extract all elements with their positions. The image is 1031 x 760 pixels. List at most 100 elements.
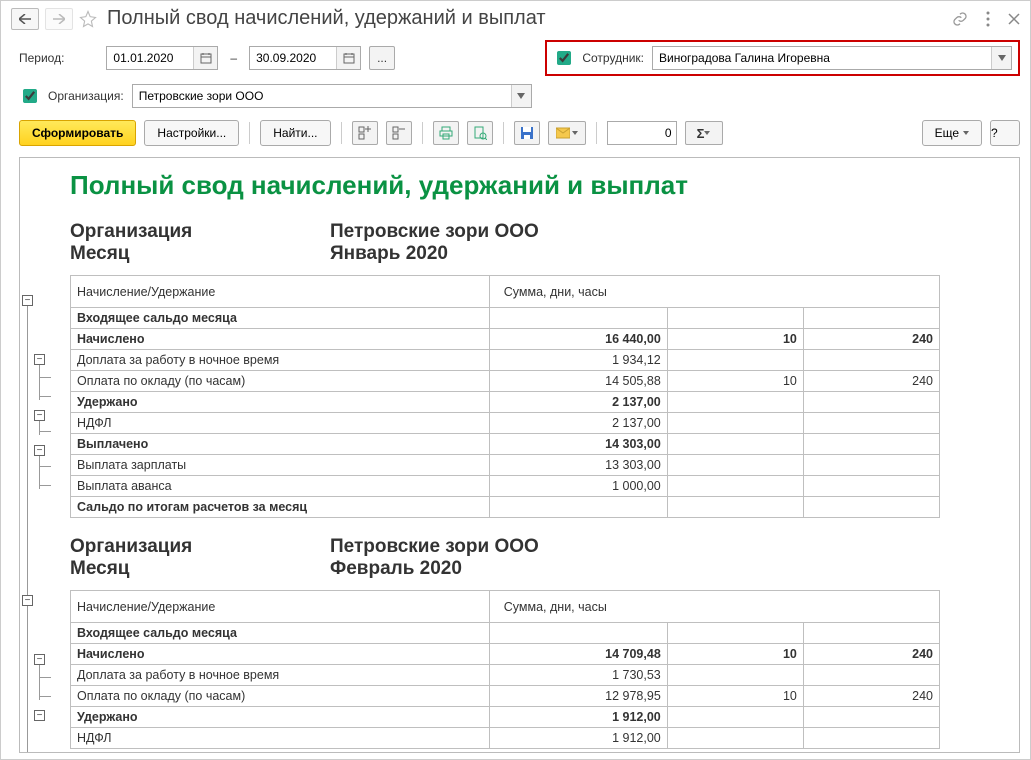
row-days xyxy=(667,476,803,497)
help-button[interactable]: ? xyxy=(990,120,1020,146)
row-hours xyxy=(803,455,939,476)
tree-collapse-node[interactable]: − xyxy=(34,654,45,665)
row-hours xyxy=(803,497,939,518)
tree-collapse-node[interactable]: − xyxy=(34,410,45,421)
sigma-button[interactable]: Σ xyxy=(685,121,723,145)
table-row[interactable]: Доплата за работу в ночное время 1 730,5… xyxy=(71,665,940,686)
print-preview-button[interactable] xyxy=(467,121,493,145)
chevron-down-icon[interactable] xyxy=(991,47,1011,69)
section-month-label: Месяц xyxy=(70,243,330,265)
expand-groups-button[interactable] xyxy=(352,121,378,145)
row-days xyxy=(667,455,803,476)
row-days xyxy=(667,665,803,686)
table-row[interactable]: Оплата по окладу (по часам) 14 505,88 10… xyxy=(71,371,940,392)
employee-input[interactable] xyxy=(653,51,991,65)
tree-collapse-node[interactable]: − xyxy=(34,354,45,365)
period-ellipsis-button[interactable]: ... xyxy=(369,46,395,70)
row-sum: 14 709,48 xyxy=(489,644,667,665)
section-org-value: Петровские зори ООО xyxy=(330,536,539,558)
row-name: Входящее сальдо месяца xyxy=(71,308,490,329)
row-sum: 13 303,00 xyxy=(489,455,667,476)
calendar-icon[interactable] xyxy=(336,47,360,69)
payroll-table: Начисление/УдержаниеСумма, дни, часы Вхо… xyxy=(70,275,940,518)
row-sum: 14 505,88 xyxy=(489,371,667,392)
date-from-input[interactable] xyxy=(107,47,193,69)
section-month-label: Месяц xyxy=(70,558,330,580)
table-row[interactable]: Входящее сальдо месяца xyxy=(71,308,940,329)
row-hours xyxy=(803,413,939,434)
calendar-icon[interactable] xyxy=(193,47,217,69)
organization-input[interactable] xyxy=(133,89,511,103)
row-days: 10 xyxy=(667,371,803,392)
link-icon[interactable] xyxy=(952,11,968,27)
row-days xyxy=(667,623,803,644)
table-row[interactable]: НДФЛ 2 137,00 xyxy=(71,413,940,434)
row-days xyxy=(667,707,803,728)
print-button[interactable] xyxy=(433,121,459,145)
row-hours: 240 xyxy=(803,329,939,350)
date-to-field[interactable] xyxy=(249,46,361,70)
mail-button[interactable] xyxy=(548,121,586,145)
row-name: Сальдо по итогам расчетов за месяц xyxy=(71,497,490,518)
table-row[interactable]: Доплата за работу в ночное время 1 934,1… xyxy=(71,350,940,371)
row-days xyxy=(667,392,803,413)
row-sum: 14 303,00 xyxy=(489,434,667,455)
table-row[interactable]: Выплата зарплаты 13 303,00 xyxy=(71,455,940,476)
generate-button[interactable]: Сформировать xyxy=(19,120,136,146)
row-hours: 240 xyxy=(803,686,939,707)
nav-back-button[interactable] xyxy=(11,8,39,30)
tree-collapse-node[interactable]: − xyxy=(34,710,45,721)
table-row[interactable]: Входящее сальдо месяца xyxy=(71,623,940,644)
table-row[interactable]: Выплата аванса 1 000,00 xyxy=(71,476,940,497)
report-area[interactable]: − − − − − − − Полный свод начислений, уд… xyxy=(19,157,1020,753)
find-button[interactable]: Найти... xyxy=(260,120,330,146)
favorite-star-icon[interactable] xyxy=(79,10,97,28)
row-hours xyxy=(803,476,939,497)
settings-button[interactable]: Настройки... xyxy=(144,120,239,146)
row-name: Доплата за работу в ночное время xyxy=(71,350,490,371)
table-row[interactable]: Выплачено 14 303,00 xyxy=(71,434,940,455)
number-input[interactable] xyxy=(607,121,677,145)
table-row[interactable]: Удержано 1 912,00 xyxy=(71,707,940,728)
report-title: Полный свод начислений, удержаний и выпл… xyxy=(70,170,999,201)
row-hours xyxy=(803,728,939,749)
period-dash: – xyxy=(230,51,237,65)
table-row[interactable]: Удержано 2 137,00 xyxy=(71,392,940,413)
organization-select[interactable] xyxy=(132,84,532,108)
row-hours xyxy=(803,350,939,371)
organization-checkbox[interactable] xyxy=(23,89,37,103)
table-row[interactable]: Сальдо по итогам расчетов за месяц xyxy=(71,497,940,518)
collapse-groups-button[interactable] xyxy=(386,121,412,145)
nav-forward-button[interactable] xyxy=(45,8,73,30)
row-hours xyxy=(803,434,939,455)
row-sum: 1 000,00 xyxy=(489,476,667,497)
employee-label: Сотрудник: xyxy=(582,51,644,65)
close-icon[interactable] xyxy=(1008,13,1020,25)
table-row[interactable]: Начислено 14 709,48 10 240 xyxy=(71,644,940,665)
tree-collapse-node[interactable]: − xyxy=(22,295,33,306)
row-hours: 240 xyxy=(803,644,939,665)
col-header-name: Начисление/Удержание xyxy=(71,276,490,308)
more-button[interactable]: Еще xyxy=(922,120,982,146)
row-days xyxy=(667,434,803,455)
table-row[interactable]: Начислено 16 440,00 10 240 xyxy=(71,329,940,350)
date-to-input[interactable] xyxy=(250,47,336,69)
section-month-value: Январь 2020 xyxy=(330,243,448,265)
menu-dots-icon[interactable] xyxy=(986,11,990,27)
row-days xyxy=(667,728,803,749)
table-row[interactable]: Оплата по окладу (по часам) 12 978,95 10… xyxy=(71,686,940,707)
tree-collapse-node[interactable]: − xyxy=(22,595,33,606)
row-days: 10 xyxy=(667,329,803,350)
section-org-value: Петровские зори ООО xyxy=(330,221,539,243)
tree-collapse-node[interactable]: − xyxy=(34,445,45,456)
employee-checkbox[interactable] xyxy=(557,51,571,65)
row-sum: 1 912,00 xyxy=(489,707,667,728)
row-days: 10 xyxy=(667,644,803,665)
row-sum: 1 912,00 xyxy=(489,728,667,749)
row-name: Оплата по окладу (по часам) xyxy=(71,371,490,392)
employee-select[interactable] xyxy=(652,46,1012,70)
date-from-field[interactable] xyxy=(106,46,218,70)
chevron-down-icon[interactable] xyxy=(511,85,531,107)
table-row[interactable]: НДФЛ 1 912,00 xyxy=(71,728,940,749)
save-button[interactable] xyxy=(514,121,540,145)
